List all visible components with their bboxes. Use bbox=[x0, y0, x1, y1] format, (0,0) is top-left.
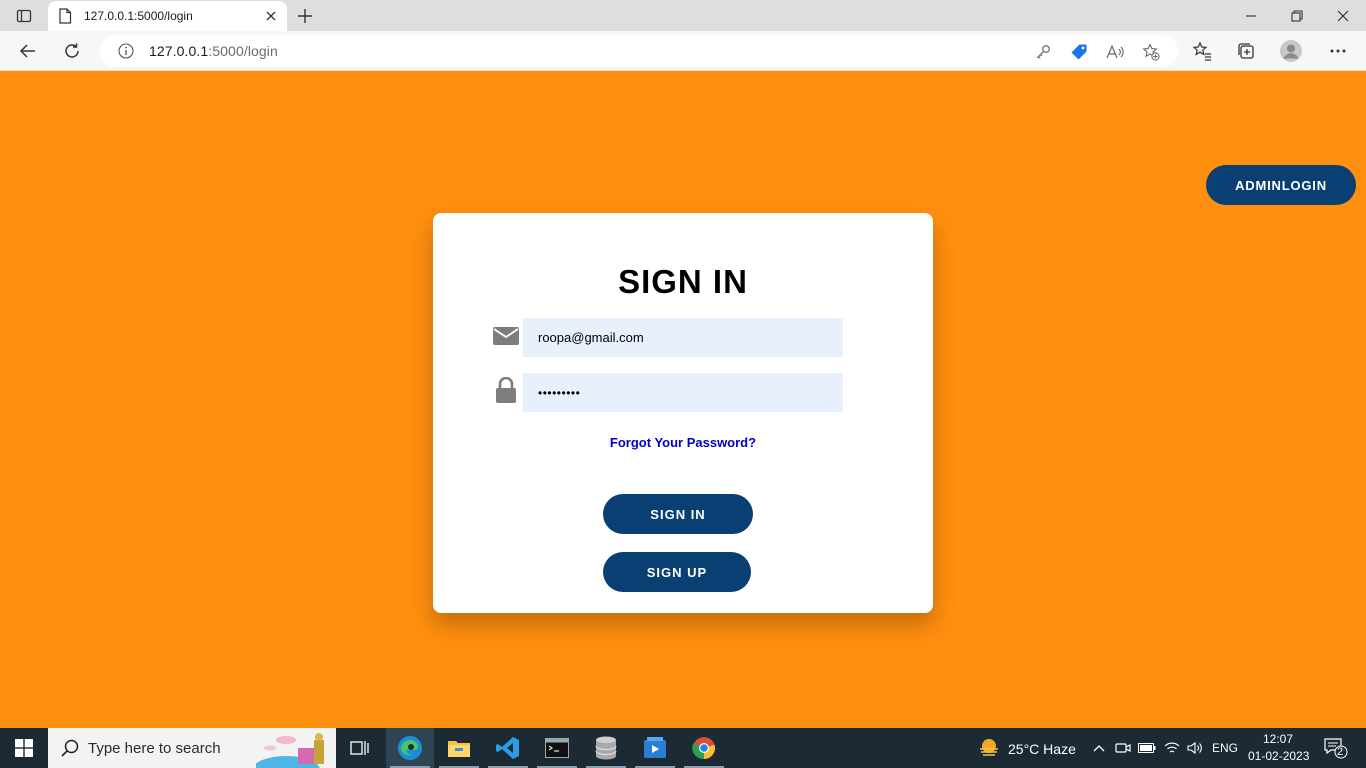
collections-icon[interactable] bbox=[1235, 40, 1257, 62]
taskbar-search[interactable]: Type here to search bbox=[48, 728, 336, 768]
search-highlight-illustration bbox=[252, 728, 336, 768]
new-tab-button[interactable] bbox=[295, 6, 315, 26]
volume-icon[interactable] bbox=[1186, 739, 1204, 757]
meet-now-icon[interactable] bbox=[1114, 739, 1132, 757]
wifi-icon[interactable] bbox=[1163, 739, 1181, 757]
url-text[interactable]: 127.0.0.1:5000/login bbox=[149, 43, 278, 59]
read-aloud-icon[interactable] bbox=[1105, 42, 1125, 62]
search-icon bbox=[60, 738, 80, 763]
profile-avatar-icon[interactable] bbox=[1280, 40, 1302, 62]
clock-time[interactable]: 12:07 bbox=[1263, 732, 1293, 746]
battery-icon[interactable] bbox=[1138, 739, 1156, 757]
page-icon bbox=[58, 8, 72, 29]
restore-icon[interactable] bbox=[1287, 6, 1307, 26]
windows-start-icon[interactable] bbox=[0, 728, 48, 768]
minimize-icon[interactable] bbox=[1241, 6, 1261, 26]
refresh-icon[interactable] bbox=[61, 40, 83, 62]
password-field[interactable]: ••••••••• bbox=[523, 373, 843, 412]
url-host: 127.0.0.1 bbox=[149, 43, 209, 59]
close-icon[interactable] bbox=[265, 9, 277, 27]
tab-title: 127.0.0.1:5000/login bbox=[84, 9, 193, 23]
password-value: ••••••••• bbox=[538, 385, 581, 400]
video-editor-icon[interactable] bbox=[631, 728, 679, 768]
site-info-icon[interactable] bbox=[118, 43, 134, 64]
file-explorer-icon[interactable] bbox=[435, 728, 483, 768]
more-menu-icon[interactable] bbox=[1327, 40, 1349, 62]
signup-button[interactable]: SIGN UP bbox=[603, 552, 751, 592]
key-icon[interactable] bbox=[1033, 42, 1053, 62]
language-indicator[interactable]: ENG bbox=[1212, 741, 1238, 755]
notification-count: 2 bbox=[1337, 746, 1344, 758]
signin-button[interactable]: SIGN IN bbox=[603, 494, 753, 534]
clock-date[interactable]: 01-02-2023 bbox=[1248, 749, 1309, 763]
email-value: roopa@gmail.com bbox=[538, 330, 644, 345]
weather-haze-icon[interactable] bbox=[978, 737, 1000, 759]
tab-strip: 127.0.0.1:5000/login bbox=[0, 0, 1366, 31]
email-field[interactable]: roopa@gmail.com bbox=[523, 318, 843, 357]
tab-actions-icon[interactable] bbox=[10, 6, 38, 26]
add-favorite-icon[interactable] bbox=[1141, 42, 1161, 62]
back-icon[interactable] bbox=[17, 40, 39, 62]
signin-card: SIGN IN roopa@gmail.com ••••••••• Forgot… bbox=[433, 213, 933, 613]
browser-tab[interactable]: 127.0.0.1:5000/login bbox=[48, 1, 287, 31]
chevron-up-icon[interactable] bbox=[1090, 739, 1108, 757]
page-title: SIGN IN bbox=[618, 263, 748, 300]
admin-login-button[interactable]: ADMINLOGIN bbox=[1206, 165, 1356, 205]
vscode-icon[interactable] bbox=[484, 728, 532, 768]
coupon-tag-icon[interactable] bbox=[1069, 42, 1089, 62]
lock-icon bbox=[493, 377, 519, 403]
edge-browser-icon[interactable] bbox=[386, 728, 434, 768]
terminal-icon[interactable] bbox=[533, 728, 581, 768]
chrome-icon[interactable] bbox=[680, 728, 728, 768]
search-placeholder: Type here to search bbox=[88, 740, 221, 757]
task-view-icon[interactable] bbox=[336, 728, 384, 768]
database-icon[interactable] bbox=[582, 728, 630, 768]
close-window-icon[interactable] bbox=[1333, 6, 1353, 26]
url-path: :5000/login bbox=[208, 43, 278, 59]
envelope-icon bbox=[493, 323, 519, 349]
forgot-password-link[interactable]: Forgot Your Password? bbox=[433, 435, 933, 450]
address-bar[interactable]: 127.0.0.1:5000/login bbox=[100, 35, 1178, 67]
weather-text[interactable]: 25°C Haze bbox=[1008, 741, 1076, 757]
favorites-icon[interactable] bbox=[1191, 40, 1213, 62]
notification-center-icon[interactable] bbox=[1324, 737, 1348, 759]
windows-taskbar: Type here to search 25°C Haze ENG 12:07 … bbox=[0, 728, 1366, 768]
